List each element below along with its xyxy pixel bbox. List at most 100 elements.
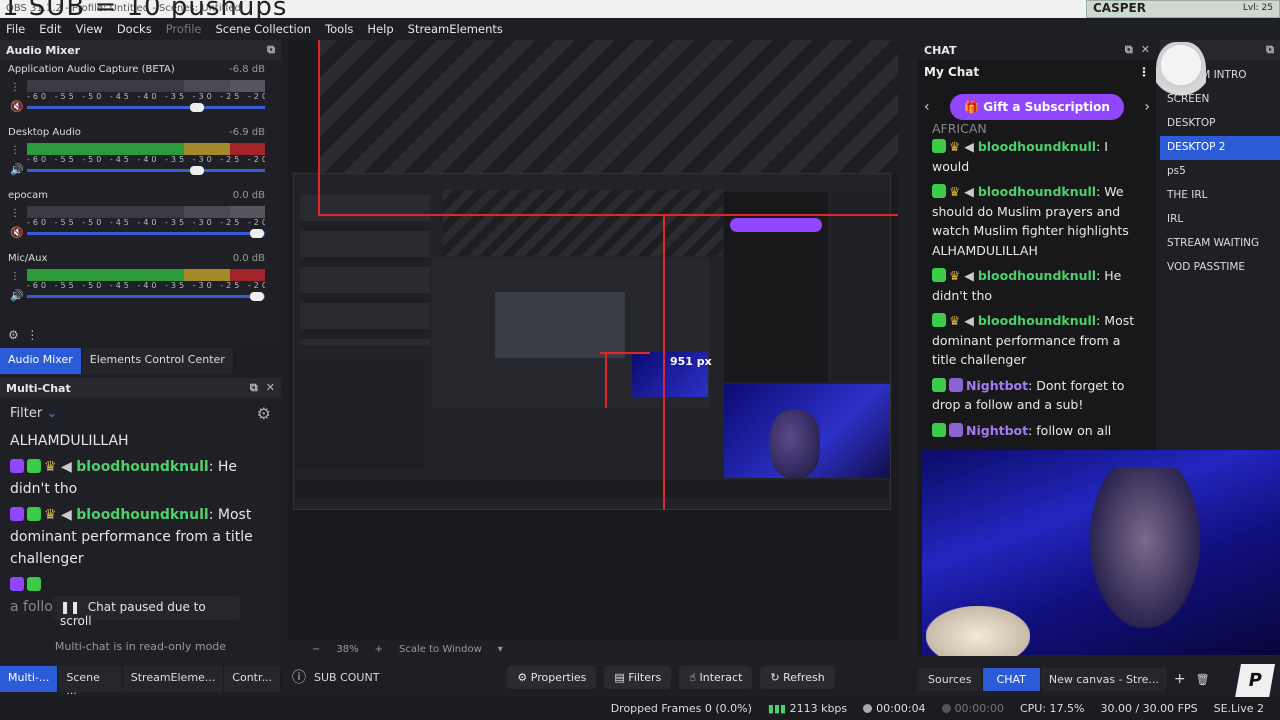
close-icon[interactable]: ✕ bbox=[266, 381, 275, 394]
read-only-notice: Multi-chat is in read-only mode bbox=[54, 640, 227, 653]
tab-elements-control-center[interactable]: Elements Control Center bbox=[81, 348, 234, 374]
chat-message: ♛ ◀ bloodhoundknull: We should do Muslim… bbox=[932, 184, 1129, 258]
interact-button[interactable]: ☝ Interact bbox=[679, 665, 753, 689]
zoom-in-button[interactable]: + bbox=[375, 644, 383, 655]
mixer-settings-icon[interactable]: ⚙ bbox=[8, 328, 19, 342]
tab-sources[interactable]: Sources bbox=[918, 667, 983, 691]
gear-icon[interactable]: ⚙ bbox=[257, 404, 271, 423]
tab-multi-chat[interactable]: Multi-... bbox=[0, 666, 59, 692]
alignment-guide-center bbox=[663, 214, 665, 510]
undock-icon[interactable]: ⧉ bbox=[267, 43, 275, 56]
scale-mode-select[interactable]: Scale to Window bbox=[399, 644, 482, 655]
volume-slider-handle[interactable] bbox=[190, 166, 205, 175]
volume-meter bbox=[27, 80, 266, 92]
tab-streamelements[interactable]: StreamEleme... bbox=[122, 666, 225, 692]
chat-username[interactable]: Nightbot bbox=[966, 378, 1028, 393]
chat-username[interactable]: bloodhoundknull bbox=[978, 184, 1096, 199]
tab-chat[interactable]: CHAT bbox=[982, 667, 1041, 691]
chat-username[interactable]: bloodhoundknull bbox=[978, 313, 1096, 328]
chat-paused-banner[interactable]: ❚❚ Chat paused due to scroll bbox=[52, 596, 240, 628]
chevron-left-icon[interactable]: ‹ bbox=[924, 99, 930, 115]
nested-scenes bbox=[832, 192, 890, 382]
properties-button[interactable]: ⚙ Properties bbox=[507, 665, 597, 689]
volume-slider-handle[interactable] bbox=[249, 229, 264, 238]
twitch-icon bbox=[10, 577, 24, 591]
undock-icon[interactable]: ⧉ bbox=[1266, 43, 1274, 56]
channel-name: Mic/Aux bbox=[8, 253, 48, 264]
scene-item[interactable]: IRL bbox=[1160, 208, 1280, 232]
volume-slider[interactable] bbox=[27, 103, 265, 112]
channel-menu-icon[interactable]: ⋮ bbox=[10, 271, 20, 282]
crown-icon: ♛ bbox=[949, 184, 961, 199]
volume-slider[interactable] bbox=[27, 292, 265, 301]
chat-username[interactable]: bloodhoundknull bbox=[978, 268, 1096, 283]
menu-profile[interactable]: Profile bbox=[166, 22, 202, 36]
tab-scene[interactable]: Scene ... bbox=[58, 666, 123, 697]
chat-username[interactable]: Nightbot bbox=[966, 423, 1028, 438]
verified-icon bbox=[932, 422, 946, 437]
crown-icon: ♛ bbox=[949, 268, 961, 283]
scene-item[interactable]: VOD PASSTIME bbox=[1160, 256, 1280, 280]
selected-source-label: SUB COUNT bbox=[314, 670, 380, 684]
volume-slider[interactable] bbox=[27, 166, 265, 175]
channel-menu-icon[interactable]: ⋮ bbox=[10, 208, 20, 219]
menu-view[interactable]: View bbox=[76, 22, 103, 36]
chat-menu-icon[interactable]: ⋮ bbox=[1138, 65, 1150, 81]
tab-new-canvas[interactable]: New canvas - Stre... bbox=[1040, 667, 1168, 691]
webcam-foreground-object bbox=[926, 606, 1030, 656]
volume-slider-handle[interactable] bbox=[190, 103, 205, 112]
refresh-button[interactable]: ↻ Refresh bbox=[760, 665, 835, 689]
stream-time-value: 00:00:04 bbox=[876, 702, 926, 715]
nested-audio-mixer bbox=[300, 195, 430, 345]
channel-menu-icon[interactable]: ⋮ bbox=[10, 145, 20, 156]
zoom-out-button[interactable]: − bbox=[312, 644, 320, 655]
undock-icon[interactable]: ⧉ bbox=[250, 381, 258, 394]
add-icon[interactable]: + bbox=[1174, 671, 1186, 687]
mixer-menu-icon[interactable]: ⋮ bbox=[26, 328, 38, 342]
alignment-guide-left bbox=[318, 40, 320, 216]
volume-slider-handle[interactable] bbox=[249, 292, 264, 301]
channel-name: epocam bbox=[8, 190, 48, 201]
speaker-icon[interactable]: 🔊 bbox=[10, 163, 24, 176]
tab-audio-mixer[interactable]: Audio Mixer bbox=[0, 348, 82, 374]
muted-speaker-icon[interactable]: 🔇 bbox=[10, 100, 24, 113]
menu-file[interactable]: File bbox=[6, 22, 25, 36]
meter-scale: -60 -55 -50 -45 -40 -35 -30 -25 -20 -15 … bbox=[27, 218, 265, 227]
chat-message: Nightbot: follow on all bbox=[918, 418, 1156, 438]
menu-tools[interactable]: Tools bbox=[325, 22, 353, 36]
scene-item[interactable]: DESKTOP 2 bbox=[1160, 136, 1280, 160]
streamer-logo-icon: P bbox=[1235, 664, 1275, 698]
menu-edit[interactable]: Edit bbox=[39, 22, 61, 36]
filter-dropdown[interactable]: Filter ⌄ bbox=[10, 406, 57, 421]
chat-cut-line: AFRICAN bbox=[932, 122, 987, 134]
chat-username[interactable]: bloodhoundknull bbox=[978, 139, 1096, 154]
undock-icon[interactable]: ⧉ bbox=[1125, 43, 1133, 56]
chat-username[interactable]: bloodhoundknull bbox=[76, 459, 208, 475]
speaker-icon: ◀ bbox=[964, 184, 974, 199]
bitrate-value: 2113 kbps bbox=[789, 702, 848, 715]
tab-control[interactable]: Contr... bbox=[224, 666, 281, 692]
speaker-icon[interactable]: 🔊 bbox=[10, 289, 24, 302]
menu-help[interactable]: Help bbox=[367, 22, 393, 36]
close-icon[interactable]: ✕ bbox=[1141, 43, 1150, 56]
chevron-right-icon[interactable]: › bbox=[1144, 99, 1150, 115]
chat-username[interactable]: bloodhoundknull bbox=[76, 507, 208, 523]
trash-icon[interactable]: 🗑 bbox=[1196, 673, 1210, 686]
channel-menu-icon[interactable]: ⋮ bbox=[10, 82, 20, 93]
scene-item[interactable]: THE IRL bbox=[1160, 184, 1280, 208]
menu-docks[interactable]: Docks bbox=[117, 22, 152, 36]
menu-scene-collection[interactable]: Scene Collection bbox=[215, 22, 311, 36]
signal-icon: ▮▮▮ bbox=[767, 702, 787, 715]
gear-icon: ⚙ bbox=[517, 670, 528, 684]
chevron-down-icon[interactable]: ▾ bbox=[498, 644, 503, 655]
filters-button[interactable]: ▤ Filters bbox=[604, 665, 672, 689]
menu-streamelements[interactable]: StreamElements bbox=[408, 22, 503, 36]
gift-subscription-button[interactable]: 🎁 Gift a Subscription bbox=[950, 94, 1124, 120]
muted-speaker-icon[interactable]: 🔇 bbox=[10, 226, 24, 239]
right-bottom-tabs: Sources CHAT New canvas - Stre... + 🗑 bbox=[918, 666, 1280, 692]
verified-icon bbox=[27, 577, 41, 591]
scene-item[interactable]: DESKTOP bbox=[1160, 112, 1280, 136]
scene-item[interactable]: ps5 bbox=[1160, 160, 1280, 184]
volume-slider[interactable] bbox=[27, 229, 265, 238]
scene-item[interactable]: STREAM WAITING bbox=[1160, 232, 1280, 256]
